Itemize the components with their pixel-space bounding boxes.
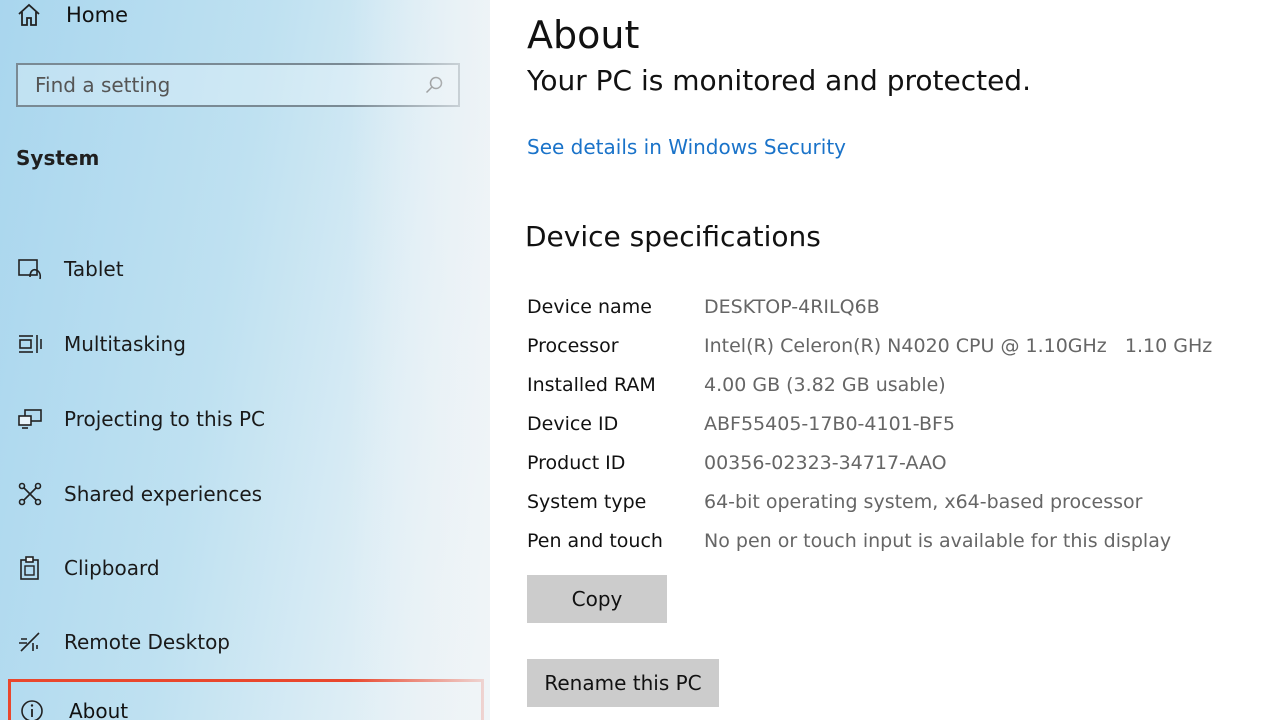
remote-desktop-icon <box>16 628 44 656</box>
device-specifications-table: Device name DESKTOP-4RILQ6B Processor In… <box>527 287 1212 560</box>
nav-home[interactable]: Home <box>16 0 128 30</box>
sidebar-item-label: Multitasking <box>64 332 186 356</box>
sidebar-item-tablet[interactable]: Tablet <box>16 249 124 289</box>
sidebar: Home Find a setting System Tablet Multit… <box>0 0 490 720</box>
spec-key: Processor <box>527 334 619 357</box>
spec-value: DESKTOP-4RILQ6B <box>704 295 880 318</box>
spec-key: Product ID <box>527 451 626 474</box>
nav-home-label: Home <box>66 3 129 27</box>
sidebar-item-label: Remote Desktop <box>64 630 231 654</box>
shared-experiences-icon <box>16 480 44 508</box>
sidebar-item-label: About <box>69 699 129 720</box>
spec-key: Pen and touch <box>527 529 663 552</box>
spec-row-processor: Processor Intel(R) Celeron(R) N4020 CPU … <box>527 326 1212 365</box>
spec-key: Device ID <box>527 412 619 435</box>
sidebar-item-label: Clipboard <box>64 556 160 580</box>
sidebar-item-label: Tablet <box>64 257 124 281</box>
rename-pc-button[interactable]: Rename this PC <box>527 659 719 707</box>
search-placeholder: Find a setting <box>35 73 171 97</box>
tablet-icon <box>16 255 44 283</box>
windows-security-link[interactable]: See details in Windows Security <box>527 135 846 159</box>
spec-row-system-type: System type 64-bit operating system, x64… <box>527 482 1212 521</box>
search-icon[interactable] <box>424 75 444 95</box>
spec-row-device-id: Device ID ABF55405-17B0-4101-BF5 <box>527 404 1212 443</box>
multitasking-icon <box>16 330 44 358</box>
info-icon <box>19 698 45 720</box>
page-title: About <box>527 13 640 58</box>
device-specifications-heading: Device specifications <box>525 220 821 253</box>
projecting-icon <box>16 405 44 433</box>
spec-key: Device name <box>527 295 652 318</box>
spec-value: 4.00 GB (3.82 GB usable) <box>704 373 946 396</box>
spec-value: Intel(R) Celeron(R) N4020 CPU @ 1.10GHz … <box>704 334 1213 357</box>
spec-value: 64-bit operating system, x64-based proce… <box>704 490 1143 513</box>
spec-value: 00356-02323-34717-AAO <box>704 451 947 474</box>
main-content: About Your PC is monitored and protected… <box>490 0 1280 720</box>
spec-row-installed-ram: Installed RAM 4.00 GB (3.82 GB usable) <box>527 365 1212 404</box>
sidebar-item-remote-desktop[interactable]: Remote Desktop <box>16 622 230 662</box>
spec-key: System type <box>527 490 647 513</box>
clipboard-icon <box>16 554 44 582</box>
sidebar-item-multitasking[interactable]: Multitasking <box>16 324 186 364</box>
section-title: System <box>16 146 100 170</box>
spec-row-device-name: Device name DESKTOP-4RILQ6B <box>527 287 1212 326</box>
spec-value: No pen or touch input is available for t… <box>704 529 1172 552</box>
copy-button[interactable]: Copy <box>527 575 667 623</box>
search-input[interactable]: Find a setting <box>16 63 460 107</box>
sidebar-item-shared-experiences[interactable]: Shared experiences <box>16 474 262 514</box>
protection-status: Your PC is monitored and protected. <box>527 64 1031 97</box>
spec-row-product-id: Product ID 00356-02323-34717-AAO <box>527 443 1212 482</box>
sidebar-item-label: Shared experiences <box>64 482 263 506</box>
spec-key: Installed RAM <box>527 373 656 396</box>
home-icon <box>16 2 42 28</box>
sidebar-item-projecting[interactable]: Projecting to this PC <box>16 399 265 439</box>
sidebar-item-about[interactable]: About <box>8 679 484 720</box>
spec-value: ABF55405-17B0-4101-BF5 <box>704 412 955 435</box>
sidebar-item-clipboard[interactable]: Clipboard <box>16 548 160 588</box>
spec-row-pen-and-touch: Pen and touch No pen or touch input is a… <box>527 521 1212 560</box>
sidebar-item-label: Projecting to this PC <box>64 407 266 431</box>
